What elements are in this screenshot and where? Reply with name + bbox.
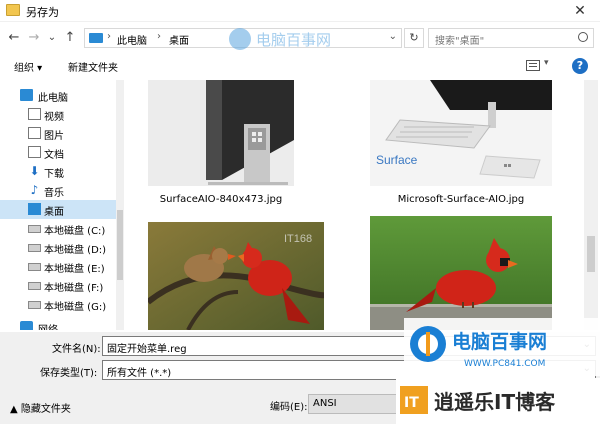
watermark-it-logo: IT <box>404 395 419 411</box>
hide-folders-toggle[interactable]: ▲ 隐藏文件夹 <box>10 400 71 415</box>
documents-folder-icon <box>28 146 41 158</box>
view-dropdown[interactable]: ▾ <box>544 58 549 68</box>
encoding-label: 编码(E): <box>270 402 308 413</box>
sidebar-item-label: 下载 <box>44 169 64 180</box>
sidebar-item-label: 此电脑 <box>38 93 68 104</box>
sidebar-item-label: 本地磁盘 (G:) <box>44 302 107 313</box>
watermark-site: IT 逍遥乐IT博客 <box>396 378 600 424</box>
sidebar-item-label: 本地磁盘 (E:) <box>44 264 105 275</box>
watermark-brand: 电脑百事网 WWW.PC841.COM <box>404 318 600 376</box>
drive-icon <box>28 244 41 252</box>
close-button[interactable]: ✕ <box>560 0 600 22</box>
sidebar-item-pictures[interactable]: 图片 <box>0 124 116 143</box>
encoding-select[interactable]: ANSI <box>308 394 398 414</box>
drive-icon <box>28 282 41 290</box>
watermark-site-text: 逍遥乐IT博客 <box>434 390 556 414</box>
watermark-brand-text: 电脑百事网 <box>452 330 547 353</box>
command-bar: 组织 ▾ 新建文件夹 ▾ ? <box>0 54 600 78</box>
forward-button[interactable]: → <box>26 29 42 47</box>
sidebar-scrollbar-thumb[interactable] <box>117 210 123 280</box>
computer-icon <box>20 89 33 101</box>
drive-icon <box>28 263 41 271</box>
sidebar-item-music[interactable]: ♪ 音乐 <box>0 181 116 200</box>
new-folder-button[interactable]: 新建文件夹 <box>68 59 118 74</box>
sidebar-item-drive-c[interactable]: 本地磁盘 (C:) <box>0 219 116 238</box>
encoding-value: ANSI <box>313 398 337 409</box>
sidebar-item-label: 视频 <box>44 112 64 123</box>
watermark-top-text: 电脑百事网 <box>256 31 331 49</box>
filename-label: 文件名(N): <box>52 344 101 355</box>
pictures-folder-icon <box>28 127 41 139</box>
hide-folders-label: 隐藏文件夹 <box>20 404 71 415</box>
filetype-value: 所有文件 (*.*) <box>107 368 172 379</box>
organize-button[interactable]: 组织 ▾ <box>14 59 42 74</box>
search-placeholder: 搜索"桌面" <box>435 36 485 47</box>
file-name[interactable]: SurfaceAIO-840x473.jpg <box>148 194 294 205</box>
breadcrumb-desktop[interactable]: 桌面 <box>169 32 189 47</box>
sidebar-item-network[interactable]: 网络 <box>0 318 116 330</box>
window-title: 另存为 <box>26 6 59 19</box>
watermark-url: WWW.PC841.COM <box>464 359 545 369</box>
file-thumbnail-microsoft-surface-aio[interactable]: Surface <box>370 80 552 186</box>
file-name[interactable]: Microsoft-Surface-AIO.jpg <box>370 194 552 205</box>
refresh-button[interactable]: ↻ <box>404 28 424 48</box>
folder-icon <box>6 4 20 16</box>
sidebar-item-videos[interactable]: 视频 <box>0 105 116 124</box>
sidebar-item-label: 本地磁盘 (D:) <box>44 245 107 256</box>
computer-icon <box>89 33 103 43</box>
view-options-icon[interactable] <box>526 60 540 71</box>
sidebar-item-label: 音乐 <box>44 188 64 199</box>
sidebar-item-drive-e[interactable]: 本地磁盘 (E:) <box>0 257 116 276</box>
navigation-pane: 此电脑 视频 图片 文档 ⬇ 下载 ♪ 音乐 桌面 本地磁盘 (C:) 本地磁盘… <box>0 80 124 330</box>
recent-locations-button[interactable]: ⌄ <box>44 29 60 47</box>
desktop-icon <box>28 203 41 215</box>
sidebar-item-label: 桌面 <box>44 207 64 218</box>
sidebar-item-this-pc[interactable]: 此电脑 <box>0 86 116 105</box>
sidebar-item-label: 本地磁盘 (C:) <box>44 226 106 237</box>
file-thumbnail-cardinals-pair[interactable]: IT168 <box>148 222 324 330</box>
file-thumbnail-cardinal-single[interactable] <box>370 216 552 330</box>
music-icon: ♪ <box>30 183 39 197</box>
file-list-scrollbar-thumb[interactable] <box>587 236 595 272</box>
title-bar: 另存为 ✕ <box>0 0 600 22</box>
sidebar-item-drive-g[interactable]: 本地磁盘 (G:) <box>0 295 116 314</box>
up-button[interactable]: ↑ <box>62 29 78 47</box>
sidebar-item-drive-f[interactable]: 本地磁盘 (F:) <box>0 276 116 295</box>
sidebar-item-label: 图片 <box>44 131 64 142</box>
file-thumbnail-surfaceaio[interactable] <box>148 80 294 186</box>
filetype-label: 保存类型(T): <box>40 368 98 379</box>
file-list-scrollbar[interactable] <box>584 80 598 330</box>
network-icon <box>20 321 33 330</box>
breadcrumb-this-pc[interactable]: 此电脑 <box>117 32 147 47</box>
download-icon: ⬇ <box>29 164 40 178</box>
search-icon <box>578 32 588 42</box>
search-input[interactable]: 搜索"桌面" <box>428 28 594 48</box>
breadcrumb-separator: › <box>107 31 111 42</box>
watermark-top: 电脑百事网 <box>229 28 331 50</box>
video-folder-icon <box>28 108 41 120</box>
sidebar-item-label: 本地磁盘 (F:) <box>44 283 104 294</box>
sidebar-item-label: 文档 <box>44 150 64 161</box>
file-list: SurfaceAIO-840x473.jpg Surface Microsoft… <box>126 80 584 330</box>
filename-value: 固定开始菜单.reg <box>107 344 187 355</box>
back-button[interactable]: ← <box>6 29 22 47</box>
sidebar-item-desktop[interactable]: 桌面 <box>0 200 116 219</box>
thumbnail-watermark-text: IT168 <box>284 233 312 245</box>
drive-icon <box>28 225 41 233</box>
sidebar-item-drive-d[interactable]: 本地磁盘 (D:) <box>0 238 116 257</box>
sidebar-scrollbar[interactable] <box>116 80 124 330</box>
sidebar-item-label: 网络 <box>38 321 58 330</box>
drive-icon <box>28 301 41 309</box>
sidebar-item-downloads[interactable]: ⬇ 下载 <box>0 162 116 181</box>
sidebar-item-documents[interactable]: 文档 <box>0 143 116 162</box>
help-button[interactable]: ? <box>572 58 588 74</box>
address-dropdown[interactable]: ⌄ <box>389 31 397 42</box>
thumbnail-brand-text: Surface <box>376 153 418 167</box>
breadcrumb-separator: › <box>157 31 161 42</box>
